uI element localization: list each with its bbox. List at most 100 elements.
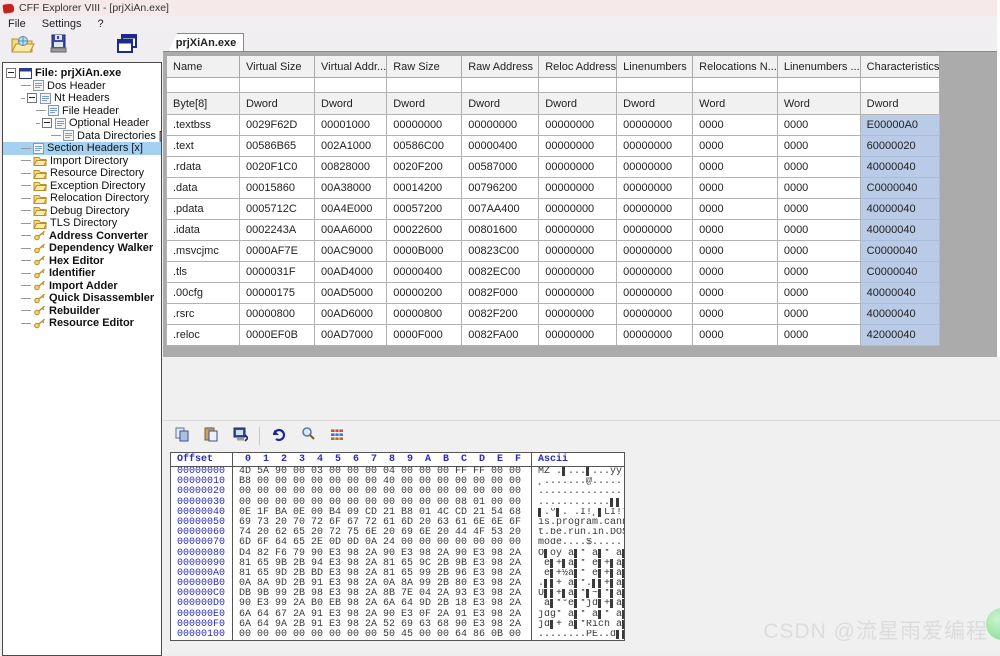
menu-help[interactable]: ?	[89, 18, 111, 30]
tree-item-data-directories-x[interactable]: Data Directories [x]	[3, 130, 161, 143]
section-value-cell[interactable]: C0000040	[860, 241, 940, 262]
tree-item-resource-directory[interactable]: Resource Directory	[3, 167, 161, 180]
section-value-cell[interactable]: 0000	[693, 136, 778, 157]
hex-dump[interactable]: Offset 0 1 2 3 4 5 6 7 8 9 A B C D E FAs…	[170, 452, 625, 641]
section-value-cell[interactable]: 00AA6000	[315, 220, 387, 241]
hex-ascii[interactable]: ¸.......@.......	[531, 477, 624, 487]
section-value-cell[interactable]: 0000AF7E	[240, 241, 315, 262]
section-value-cell[interactable]: 00586B65	[240, 136, 315, 157]
section-value-cell[interactable]: 00823C00	[462, 241, 539, 262]
tree-item-hex-editor[interactable]: Hex Editor	[3, 255, 161, 268]
section-value-cell[interactable]: 00000000	[617, 241, 693, 262]
tree-item-import-adder[interactable]: Import Adder	[3, 280, 161, 293]
section-value-cell[interactable]: 0000B000	[387, 241, 462, 262]
section-value-cell[interactable]: 00000000	[617, 283, 693, 304]
hex-ascii[interactable]: Ascii	[531, 453, 624, 466]
tree-item-relocation-directory[interactable]: Relocation Directory	[3, 192, 161, 205]
section-value-cell[interactable]: 0029F62D	[240, 115, 315, 136]
open-file-button[interactable]	[10, 34, 36, 58]
tree-item-quick-disassembler[interactable]: Quick Disassembler	[3, 292, 161, 305]
section-value-cell[interactable]: 0000	[693, 262, 778, 283]
section-value-cell[interactable]: 00AD7000	[315, 325, 387, 346]
section-value-cell[interactable]: 00000000	[539, 262, 617, 283]
section-value-cell[interactable]: 00AD6000	[315, 304, 387, 325]
section-value-cell[interactable]: 0000	[777, 115, 860, 136]
hex-bytes[interactable]: 0 1 2 3 4 5 6 7 8 9 A B C D E F	[232, 453, 531, 466]
section-value-cell[interactable]: 0002243A	[240, 220, 315, 241]
tree-item-file-prjxian-exe[interactable]: File: prjXiAn.exe	[3, 67, 161, 80]
column-header-virtual-size[interactable]: Virtual Size	[240, 56, 315, 78]
collapse-minus-icon[interactable]	[27, 93, 37, 103]
copy-button[interactable]	[172, 427, 192, 445]
hex-ascii[interactable]: ............▌▌..	[531, 498, 624, 508]
column-header-raw-address[interactable]: Raw Address	[462, 56, 539, 78]
section-value-cell[interactable]: C0000040	[860, 262, 940, 283]
section-value-cell[interactable]: 0082EC00	[462, 262, 539, 283]
section-value-cell[interactable]: 0082F000	[462, 283, 539, 304]
section-value-cell[interactable]: 00000800	[240, 304, 315, 325]
column-header-characteristics[interactable]: Characteristics	[860, 56, 940, 78]
column-header-relocations-n[interactable]: Relocations N...	[693, 56, 778, 78]
section-value-cell[interactable]: 0000	[693, 283, 778, 304]
section-value-cell[interactable]: 00000200	[387, 283, 462, 304]
section-value-cell[interactable]: 0000	[777, 136, 860, 157]
section-value-cell[interactable]: 0020F1C0	[240, 157, 315, 178]
tree-item-dos-header[interactable]: Dos Header	[3, 80, 161, 93]
section-name-cell[interactable]: .rsrc	[167, 304, 240, 325]
section-value-cell[interactable]: 00000000	[539, 241, 617, 262]
section-name-cell[interactable]: .rdata	[167, 157, 240, 178]
write-button[interactable]	[230, 427, 250, 445]
section-name-cell[interactable]: .msvcjmc	[167, 241, 240, 262]
tree-item-optional-header[interactable]: Optional Header	[3, 117, 161, 130]
column-header-linenumbers[interactable]: Linenumbers ...	[777, 56, 860, 78]
document-tab[interactable]: prjXiAn.exe	[168, 33, 244, 52]
section-value-cell[interactable]: 42000040	[860, 325, 940, 346]
section-value-cell[interactable]: 0000	[777, 262, 860, 283]
menu-file[interactable]: File	[0, 18, 34, 30]
section-value-cell[interactable]: 00000000	[387, 115, 462, 136]
section-value-cell[interactable]: 00022600	[387, 220, 462, 241]
section-name-cell[interactable]: .00cfg	[167, 283, 240, 304]
section-value-cell[interactable]: 00000000	[617, 178, 693, 199]
section-value-cell[interactable]: 00000000	[539, 157, 617, 178]
section-name-cell[interactable]: .reloc	[167, 325, 240, 346]
section-value-cell[interactable]: 002A1000	[315, 136, 387, 157]
tree-item-section-headers-x[interactable]: Section Headers [x]	[3, 142, 161, 155]
section-value-cell[interactable]: 0000	[693, 241, 778, 262]
section-value-cell[interactable]: 00000000	[617, 157, 693, 178]
section-value-cell[interactable]: 00000400	[387, 262, 462, 283]
section-value-cell[interactable]: 0000	[693, 178, 778, 199]
section-name-cell[interactable]: .text	[167, 136, 240, 157]
section-value-cell[interactable]: 00001000	[315, 115, 387, 136]
section-value-cell[interactable]: 00AC9000	[315, 241, 387, 262]
tree-item-nt-headers[interactable]: Nt Headers	[3, 92, 161, 105]
column-header-virtual-addr[interactable]: Virtual Addr...	[315, 56, 387, 78]
section-value-cell[interactable]: 00000000	[539, 325, 617, 346]
section-value-cell[interactable]: 00801600	[462, 220, 539, 241]
section-value-cell[interactable]: 007AA400	[462, 199, 539, 220]
hex-ascii[interactable]: .▌▌+´ã▌*.▌▌+▌ã▌*	[531, 579, 624, 589]
tree-item-dependency-walker[interactable]: Dependency Walker	[3, 242, 161, 255]
section-value-cell[interactable]: 0000F000	[387, 325, 462, 346]
tree-item-identifier[interactable]: Identifier	[3, 267, 161, 280]
section-value-cell[interactable]: E00000A0	[860, 115, 940, 136]
paste-button[interactable]	[201, 427, 221, 445]
section-value-cell[interactable]: 00586C00	[387, 136, 462, 157]
section-name-cell[interactable]: .idata	[167, 220, 240, 241]
compare-button[interactable]	[114, 34, 140, 58]
section-value-cell[interactable]: 00015860	[240, 178, 315, 199]
section-value-cell[interactable]: 00000000	[539, 136, 617, 157]
tree-item-address-converter[interactable]: Address Converter	[3, 230, 161, 243]
section-value-cell[interactable]: 00000000	[617, 304, 693, 325]
column-header-linenumbers[interactable]: Linenumbers	[617, 56, 693, 78]
section-value-cell[interactable]: 00000800	[387, 304, 462, 325]
hex-bytes[interactable]: 00 00 00 00 00 00 00 00 50 45 00 00 64 8…	[232, 630, 531, 640]
section-value-cell[interactable]: 0000	[777, 199, 860, 220]
section-value-cell[interactable]: 00000000	[617, 136, 693, 157]
hex-ascii[interactable]: e▌+½ã▌* e▌+▌ã▌*	[531, 569, 624, 579]
section-value-cell[interactable]: 40000040	[860, 304, 940, 325]
section-value-cell[interactable]: 0000	[693, 115, 778, 136]
section-value-cell[interactable]: 00000000	[617, 199, 693, 220]
section-value-cell[interactable]: 00014200	[387, 178, 462, 199]
section-value-cell[interactable]: 0000	[693, 325, 778, 346]
